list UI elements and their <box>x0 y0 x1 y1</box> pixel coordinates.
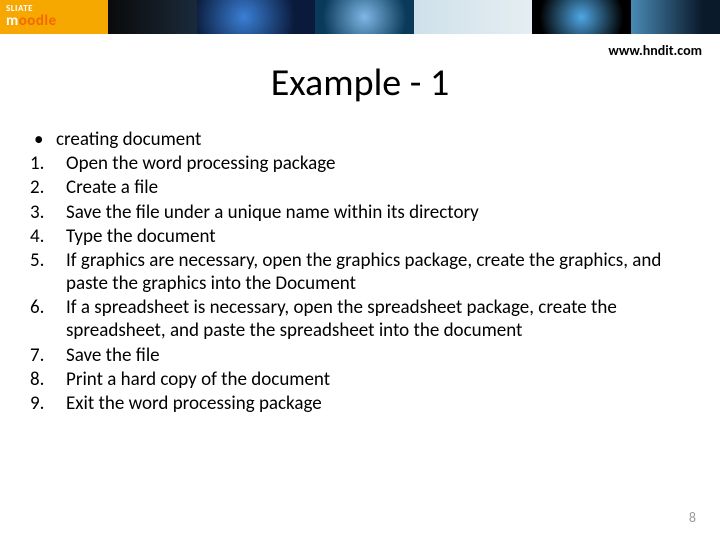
banner-logo-text: SLIATE moodle <box>6 5 57 28</box>
list-item: 1. Open the word processing package <box>28 152 692 175</box>
list-item: 8. Print a hard copy of the document <box>28 368 692 391</box>
list-item: 5. If graphics are necessary, open the g… <box>28 249 692 295</box>
list-text: Save the file under a unique name within… <box>66 201 692 224</box>
list-item: 9. Exit the word processing package <box>28 392 692 415</box>
list-number: 2. <box>28 176 66 199</box>
banner-segment <box>414 0 532 34</box>
list-item: 2. Create a file <box>28 176 692 199</box>
banner-logo-box: SLIATE moodle <box>0 0 108 34</box>
list-text: Save the file <box>66 344 692 367</box>
banner-image-strip <box>108 0 720 34</box>
logo-main-white: m <box>6 12 19 30</box>
list-text: If graphics are necessary, open the grap… <box>66 249 692 295</box>
list-number: 5. <box>28 249 66 272</box>
list-number: 1. <box>28 152 66 175</box>
bullet-text: creating document <box>56 128 692 151</box>
list-text: Open the word processing package <box>66 152 692 175</box>
banner-segment <box>108 0 197 34</box>
banner-segment <box>315 0 414 34</box>
list-number: 8. <box>28 368 66 391</box>
list-text: Print a hard copy of the document <box>66 368 692 391</box>
list-text: Exit the word processing package <box>66 392 692 415</box>
bullet-marker: • <box>28 128 56 151</box>
list-number: 6. <box>28 296 66 319</box>
slide-title: Example - 1 <box>0 60 720 106</box>
list-item: 6. If a spreadsheet is necessary, open t… <box>28 296 692 342</box>
header-url: www.hndit.com <box>608 42 702 59</box>
banner-segment <box>197 0 315 34</box>
list-number: 9. <box>28 392 66 415</box>
bullet-item: • creating document <box>28 128 692 151</box>
slide-content: • creating document 1. Open the word pro… <box>0 106 720 415</box>
list-text: Type the document <box>66 225 692 248</box>
list-item: 7. Save the file <box>28 344 692 367</box>
list-number: 4. <box>28 225 66 248</box>
banner-segment <box>631 0 720 34</box>
list-number: 7. <box>28 344 66 367</box>
list-number: 3. <box>28 201 66 224</box>
list-text: If a spreadsheet is necessary, open the … <box>66 296 692 342</box>
page-number: 8 <box>689 509 696 526</box>
list-item: 3. Save the file under a unique name wit… <box>28 201 692 224</box>
top-banner: SLIATE moodle <box>0 0 720 34</box>
banner-segment <box>532 0 631 34</box>
logo-main-orange: oodle <box>19 12 57 30</box>
slide: SLIATE moodle www.hndit.com Example - 1 … <box>0 0 720 540</box>
list-item: 4. Type the document <box>28 225 692 248</box>
list-text: Create a file <box>66 176 692 199</box>
